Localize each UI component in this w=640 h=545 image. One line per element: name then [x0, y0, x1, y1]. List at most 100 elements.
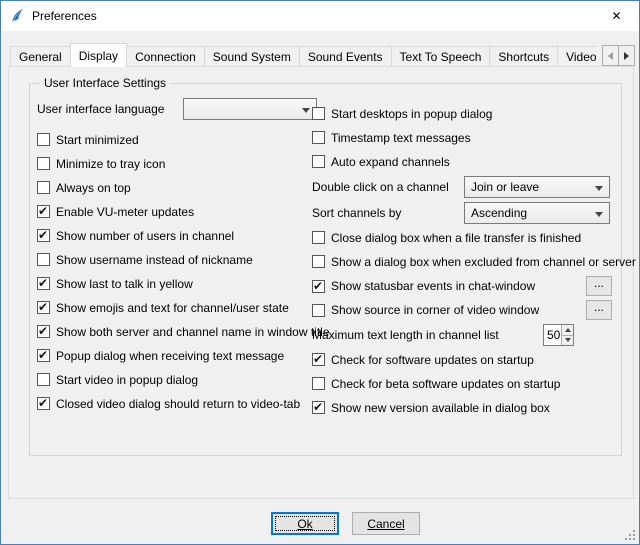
checkbox-video-popup[interactable] [37, 373, 50, 386]
row-video-popup[interactable]: Start video in popup dialog [37, 370, 317, 389]
checkbox-check-updates[interactable] [312, 353, 325, 366]
row-statusbar-events[interactable]: Show statusbar events in chat-window ... [312, 276, 617, 296]
checkbox-label[interactable]: Start desktops in popup dialog [331, 107, 492, 121]
checkbox-desktops-popup[interactable] [312, 107, 325, 120]
checkbox-new-version-dialog[interactable] [312, 401, 325, 414]
row-new-version-dialog[interactable]: Show new version available in dialog box [312, 398, 617, 417]
checkbox-start-minimized[interactable] [37, 133, 50, 146]
checkbox-label[interactable]: Close dialog box when a file transfer is… [331, 231, 581, 245]
checkbox-label[interactable]: Auto expand channels [331, 155, 450, 169]
max-length-spinner[interactable]: 50 [543, 324, 574, 346]
checkbox-label[interactable]: Timestamp text messages [331, 131, 471, 145]
language-dropdown[interactable] [183, 98, 317, 120]
row-timestamp-messages[interactable]: Timestamp text messages [312, 128, 617, 147]
checkbox-show-user-count[interactable] [37, 229, 50, 242]
checkbox-minimize-to-tray[interactable] [37, 157, 50, 170]
checkbox-vu-meter[interactable] [37, 205, 50, 218]
checkbox-check-beta-updates[interactable] [312, 377, 325, 390]
checkbox-label[interactable]: Show a dialog box when excluded from cha… [331, 255, 636, 269]
cancel-button[interactable]: Cancel [352, 512, 420, 535]
checkbox-label[interactable]: Always on top [56, 181, 131, 195]
sort-channels-dropdown[interactable]: Ascending [464, 202, 610, 224]
tab-label: Text To Speech [400, 50, 482, 64]
tab-general[interactable]: General [10, 46, 71, 66]
row-auto-expand[interactable]: Auto expand channels [312, 152, 617, 171]
row-desktops-popup[interactable]: Start desktops in popup dialog [312, 104, 617, 123]
row-popup-text-message[interactable]: Popup dialog when receiving text message [37, 346, 317, 365]
row-show-username[interactable]: Show username instead of nickname [37, 250, 317, 269]
checkbox-label[interactable]: Check for software updates on startup [331, 353, 534, 367]
titlebar[interactable]: Preferences ✕ [1, 1, 639, 31]
row-video-source-corner[interactable]: Show source in corner of video window ..… [312, 300, 617, 320]
checkbox-label[interactable]: Show statusbar events in chat-window [331, 279, 535, 293]
checkbox-popup-text-message[interactable] [37, 349, 50, 362]
checkbox-show-username[interactable] [37, 253, 50, 266]
chevron-down-icon [302, 108, 310, 113]
checkbox-label[interactable]: Show last to talk in yellow [56, 277, 193, 291]
checkbox-label[interactable]: Check for beta software updates on start… [331, 377, 560, 391]
row-check-beta-updates[interactable]: Check for beta software updates on start… [312, 374, 617, 393]
left-column: User interface language Start minimized … [37, 98, 317, 418]
row-check-updates[interactable]: Check for software updates on startup [312, 350, 617, 369]
checkbox-label[interactable]: Start minimized [56, 133, 139, 147]
ok-button-label: Ok [297, 517, 312, 531]
checkbox-label[interactable]: Popup dialog when receiving text message [56, 349, 284, 363]
chevron-down-icon [595, 212, 603, 217]
row-always-on-top[interactable]: Always on top [37, 178, 317, 197]
tab-label: General [19, 50, 62, 64]
video-source-more-button[interactable]: ... [586, 300, 612, 320]
checkbox-label[interactable]: Minimize to tray icon [56, 157, 165, 171]
spin-up-icon[interactable] [562, 325, 573, 336]
row-start-minimized[interactable]: Start minimized [37, 130, 317, 149]
row-last-to-talk[interactable]: Show last to talk in yellow [37, 274, 317, 293]
checkbox-label[interactable]: Show both server and channel name in win… [56, 325, 330, 339]
tab-shortcuts[interactable]: Shortcuts [489, 46, 558, 66]
user-interface-settings-group: User Interface Settings User interface l… [29, 83, 622, 456]
tab-video[interactable]: Video [557, 46, 597, 66]
checkbox-closed-video-return[interactable] [37, 397, 50, 410]
double-click-dropdown[interactable]: Join or leave [464, 176, 610, 198]
checkbox-timestamp-messages[interactable] [312, 131, 325, 144]
checkbox-statusbar-events[interactable] [312, 280, 325, 293]
tab-scroll-right-icon[interactable] [618, 45, 635, 66]
checkbox-label[interactable]: Start video in popup dialog [56, 373, 198, 387]
row-closed-video-return[interactable]: Closed video dialog should return to vid… [37, 394, 317, 413]
checkbox-label[interactable]: Show emojis and text for channel/user st… [56, 301, 289, 315]
tab-connection[interactable]: Connection [126, 46, 205, 66]
checkbox-label[interactable]: Show number of users in channel [56, 229, 234, 243]
row-close-on-transfer[interactable]: Close dialog box when a file transfer is… [312, 228, 617, 247]
checkbox-emojis-text-state[interactable] [37, 301, 50, 314]
statusbar-events-more-button[interactable]: ... [586, 276, 612, 296]
tab-scroll-left-icon[interactable] [602, 45, 619, 66]
row-sort-channels: Sort channels by Ascending [312, 202, 617, 224]
checkbox-label[interactable]: Show source in corner of video window [331, 303, 539, 317]
checkbox-label[interactable]: Show new version available in dialog box [331, 401, 550, 415]
ok-button[interactable]: Ok [271, 512, 339, 535]
spinner-value[interactable]: 50 [544, 325, 561, 345]
tab-sound-system[interactable]: Sound System [204, 46, 300, 66]
tab-text-to-speech[interactable]: Text To Speech [391, 46, 491, 66]
row-server-channel-title[interactable]: Show both server and channel name in win… [37, 322, 317, 341]
close-icon[interactable]: ✕ [594, 1, 639, 31]
checkbox-last-to-talk[interactable] [37, 277, 50, 290]
tab-sound-events[interactable]: Sound Events [299, 46, 392, 66]
checkbox-label[interactable]: Show username instead of nickname [56, 253, 253, 267]
row-emojis-text-state[interactable]: Show emojis and text for channel/user st… [37, 298, 317, 317]
spin-down-icon[interactable] [562, 336, 573, 346]
row-excluded-dialog[interactable]: Show a dialog box when excluded from cha… [312, 252, 617, 271]
resize-grip[interactable] [624, 529, 637, 542]
checkbox-close-on-transfer[interactable] [312, 231, 325, 244]
checkbox-auto-expand[interactable] [312, 155, 325, 168]
tab-label: Display [79, 49, 118, 63]
checkbox-label[interactable]: Closed video dialog should return to vid… [56, 397, 300, 411]
checkbox-server-channel-title[interactable] [37, 325, 50, 338]
tab-label: Sound Events [308, 50, 383, 64]
row-vu-meter[interactable]: Enable VU-meter updates [37, 202, 317, 221]
row-show-user-count[interactable]: Show number of users in channel [37, 226, 317, 245]
checkbox-video-source-corner[interactable] [312, 304, 325, 317]
tab-display[interactable]: Display [70, 43, 127, 67]
checkbox-label[interactable]: Enable VU-meter updates [56, 205, 194, 219]
row-minimize-to-tray[interactable]: Minimize to tray icon [37, 154, 317, 173]
checkbox-excluded-dialog[interactable] [312, 255, 325, 268]
checkbox-always-on-top[interactable] [37, 181, 50, 194]
